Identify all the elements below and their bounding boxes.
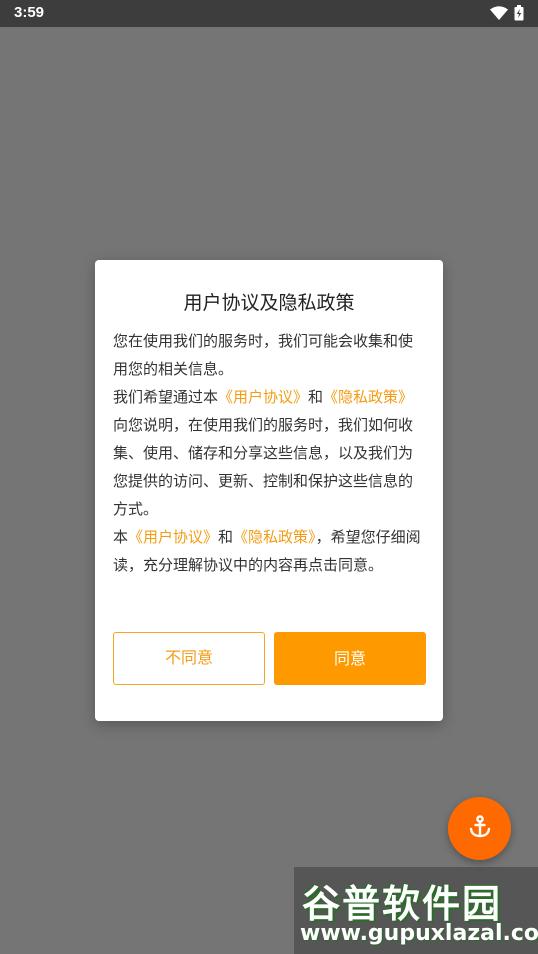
paragraph-3-intro: 本: [113, 528, 129, 546]
privacy-policy-link-2[interactable]: 《隐私政策》: [233, 528, 316, 546]
agree-button[interactable]: 同意: [274, 632, 426, 685]
paragraph-2-body: 向您说明，在使用我们的服务时，我们如何收集、使用、储存和分享这些信息，以及我们为…: [113, 416, 414, 518]
battery-charging-icon: [514, 5, 524, 21]
watermark-url: www.gupuxlazal.com: [300, 921, 538, 946]
and-text-2: 和: [218, 528, 234, 546]
anchor-icon: [467, 814, 493, 844]
status-bar: 3:59: [0, 0, 538, 27]
wifi-icon: [490, 5, 508, 21]
dialog-paragraph-1: 您在使用我们的服务时，我们可能会收集和使用您的相关信息。: [113, 332, 414, 378]
dialog-body: 您在使用我们的服务时，我们可能会收集和使用您的相关信息。 我们希望通过本《用户协…: [113, 327, 427, 579]
user-agreement-link-2[interactable]: 《用户协议》: [128, 528, 218, 546]
and-text: 和: [308, 388, 324, 406]
floating-action-button[interactable]: [448, 797, 511, 860]
dialog-title: 用户协议及隐私政策: [183, 292, 355, 314]
status-icons: [490, 5, 524, 21]
dialog-paragraph-2: 我们希望通过本《用户协议》和《隐私政策》向您说明，在使用我们的服务时，我们如何收…: [113, 383, 427, 523]
paragraph-2-intro: 我们希望通过本: [113, 388, 219, 406]
privacy-policy-link[interactable]: 《隐私政策》: [323, 388, 413, 406]
watermark: 谷普软件园 www.gupuxlazal.com: [294, 867, 538, 954]
decline-button[interactable]: 不同意: [113, 632, 265, 685]
dialog-paragraph-3: 本《用户协议》和《隐私政策》，希望您仔细阅读，充分理解协议中的内容再点击同意。: [113, 523, 427, 579]
watermark-logo: 谷普软件园: [302, 882, 503, 926]
privacy-dialog: 用户协议及隐私政策 您在使用我们的服务时，我们可能会收集和使用您的相关信息。 我…: [95, 260, 443, 721]
user-agreement-link[interactable]: 《用户协议》: [218, 388, 308, 406]
status-time: 3:59: [14, 4, 45, 21]
